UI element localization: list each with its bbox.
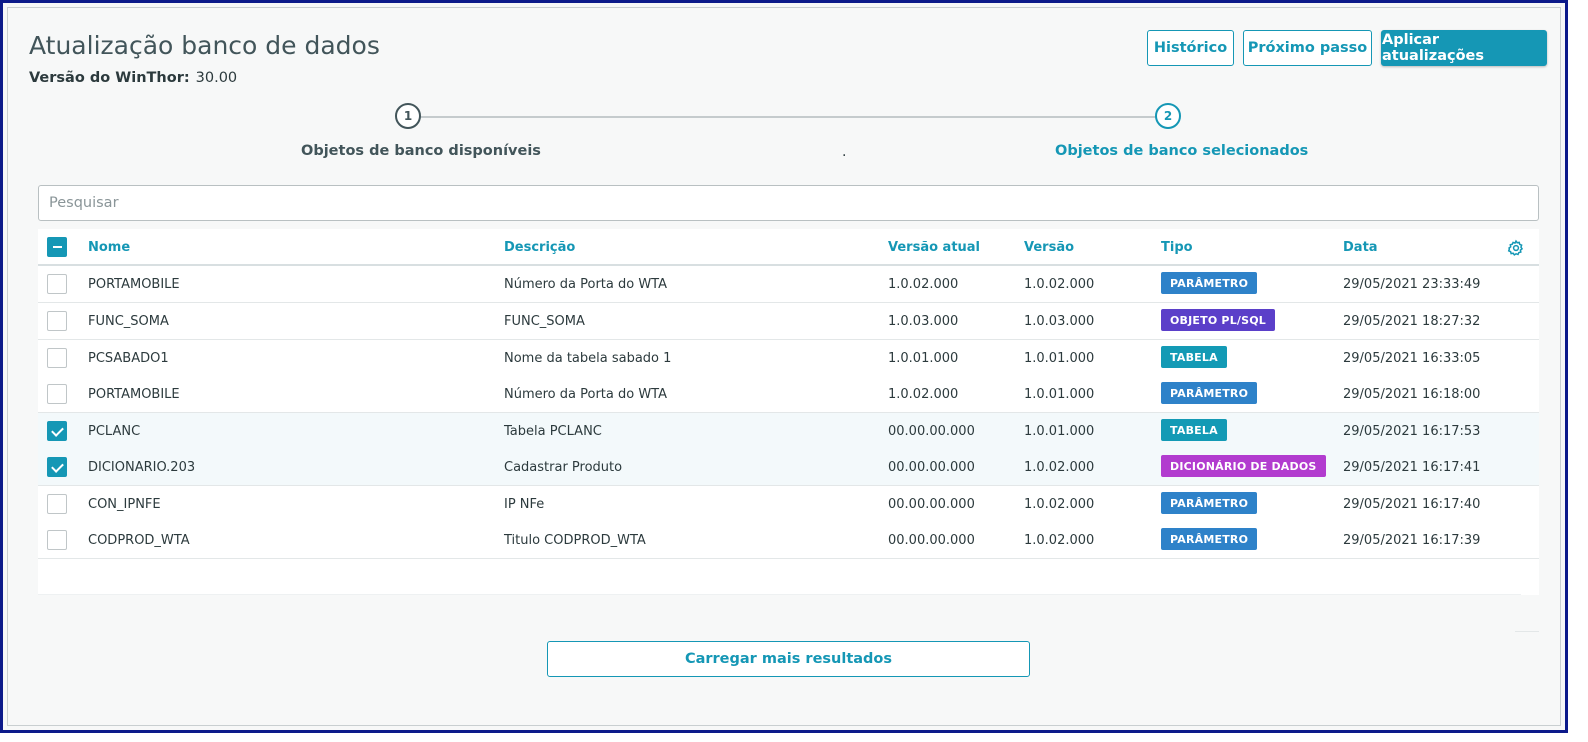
cell-nome: CODPROD_WTA bbox=[88, 533, 190, 548]
cell-descricao: Nome da tabela sabado 1 bbox=[504, 351, 672, 366]
objects-table: Nome Descrição Versão atual Versão Tipo … bbox=[38, 229, 1539, 595]
column-header-versao-atual[interactable]: Versão atual bbox=[888, 240, 980, 255]
cell-data: 29/05/2021 16:17:39 bbox=[1343, 533, 1481, 548]
page-title: Atualização banco de dados bbox=[29, 31, 380, 60]
table-row[interactable]: PORTAMOBILE Número da Porta do WTA 1.0.0… bbox=[38, 376, 1539, 413]
cell-versao-atual: 00.00.00.000 bbox=[888, 460, 975, 475]
column-header-tipo[interactable]: Tipo bbox=[1161, 240, 1193, 255]
cell-versao: 1.0.01.000 bbox=[1024, 351, 1095, 366]
cell-descricao: Titulo CODPROD_WTA bbox=[504, 533, 646, 548]
column-header-versao[interactable]: Versão bbox=[1024, 240, 1074, 255]
type-badge: PARÂMETRO bbox=[1161, 492, 1258, 514]
step-1-indicator[interactable]: 1 bbox=[395, 103, 421, 129]
cell-versao: 1.0.02.000 bbox=[1024, 277, 1095, 292]
step-2-label[interactable]: Objetos de banco selecionados bbox=[1055, 143, 1308, 159]
type-badge: PARÂMETRO bbox=[1161, 528, 1258, 550]
search-input[interactable] bbox=[38, 185, 1539, 221]
cell-versao-atual: 00.00.00.000 bbox=[888, 424, 975, 439]
table-scroll-area[interactable] bbox=[38, 559, 1521, 595]
history-button[interactable]: Histórico bbox=[1147, 30, 1234, 66]
table-row[interactable]: DICIONARIO.203 Cadastrar Produto 00.00.0… bbox=[38, 449, 1539, 486]
column-header-data[interactable]: Data bbox=[1343, 240, 1378, 255]
next-step-button[interactable]: Próximo passo bbox=[1243, 30, 1372, 66]
cell-data: 29/05/2021 16:33:05 bbox=[1343, 351, 1481, 366]
row-checkbox[interactable] bbox=[47, 384, 67, 404]
cell-versao-atual: 1.0.03.000 bbox=[888, 314, 959, 329]
type-badge: TABELA bbox=[1161, 419, 1227, 441]
cell-nome: PCLANC bbox=[88, 424, 141, 439]
cell-versao: 1.0.01.000 bbox=[1024, 387, 1095, 402]
cell-nome: DICIONARIO.203 bbox=[88, 460, 196, 475]
type-badge: OBJETO PL/SQL bbox=[1161, 309, 1275, 331]
cell-nome: CON_IPNFE bbox=[88, 497, 161, 512]
cell-versao: 1.0.01.000 bbox=[1024, 424, 1095, 439]
type-badge: PARÂMETRO bbox=[1161, 382, 1258, 404]
step-1-label[interactable]: Objetos de banco disponíveis bbox=[301, 143, 541, 159]
cell-data: 29/05/2021 16:18:00 bbox=[1343, 387, 1481, 402]
table-row[interactable]: PCSABADO1 Nome da tabela sabado 1 1.0.01… bbox=[38, 340, 1539, 377]
cell-nome: PCSABADO1 bbox=[88, 351, 169, 366]
cell-data: 29/05/2021 23:33:49 bbox=[1343, 277, 1481, 292]
cell-versao-atual: 1.0.02.000 bbox=[888, 277, 959, 292]
stepper-line bbox=[408, 116, 1170, 118]
table-row[interactable]: PCLANC Tabela PCLANC 00.00.00.000 1.0.01… bbox=[38, 413, 1539, 450]
gear-icon[interactable] bbox=[1507, 239, 1525, 257]
cell-versao-atual: 1.0.02.000 bbox=[888, 387, 959, 402]
cell-descricao: FUNC_SOMA bbox=[504, 314, 585, 329]
cell-data: 29/05/2021 16:17:40 bbox=[1343, 497, 1481, 512]
step-separator: . bbox=[842, 144, 847, 160]
version-label: Versão do WinThor: bbox=[29, 70, 190, 86]
select-all-checkbox[interactable] bbox=[47, 237, 67, 257]
table-row[interactable]: CON_IPNFE IP NFe 00.00.00.000 1.0.02.000… bbox=[38, 486, 1539, 523]
row-checkbox[interactable] bbox=[47, 421, 67, 441]
table-row[interactable]: CODPROD_WTA Titulo CODPROD_WTA 00.00.00.… bbox=[38, 522, 1539, 559]
divider bbox=[1515, 631, 1539, 632]
table-row[interactable]: PORTAMOBILE Número da Porta do WTA 1.0.0… bbox=[38, 266, 1539, 303]
table-header: Nome Descrição Versão atual Versão Tipo … bbox=[38, 229, 1539, 266]
type-badge: PARÂMETRO bbox=[1161, 272, 1258, 294]
step-2-indicator[interactable]: 2 bbox=[1155, 103, 1181, 129]
app-window: Atualização banco de dados Versão do Win… bbox=[0, 0, 1568, 733]
version-value: 30.00 bbox=[195, 70, 238, 86]
cell-versao: 1.0.02.000 bbox=[1024, 497, 1095, 512]
row-checkbox[interactable] bbox=[47, 457, 67, 477]
cell-data: 29/05/2021 18:27:32 bbox=[1343, 314, 1481, 329]
row-checkbox[interactable] bbox=[47, 530, 67, 550]
load-more-button[interactable]: Carregar mais resultados bbox=[547, 641, 1030, 677]
cell-data: 29/05/2021 16:17:41 bbox=[1343, 460, 1481, 475]
type-badge: DICIONÁRIO DE DADOS bbox=[1161, 455, 1326, 477]
row-checkbox[interactable] bbox=[47, 348, 67, 368]
cell-versao-atual: 00.00.00.000 bbox=[888, 497, 975, 512]
cell-versao: 1.0.03.000 bbox=[1024, 314, 1095, 329]
type-badge: TABELA bbox=[1161, 346, 1227, 368]
cell-versao-atual: 1.0.01.000 bbox=[888, 351, 959, 366]
cell-nome: PORTAMOBILE bbox=[88, 277, 180, 292]
cell-versao-atual: 00.00.00.000 bbox=[888, 533, 975, 548]
cell-data: 29/05/2021 16:17:53 bbox=[1343, 424, 1481, 439]
row-checkbox[interactable] bbox=[47, 274, 67, 294]
table-row[interactable]: FUNC_SOMA FUNC_SOMA 1.0.03.000 1.0.03.00… bbox=[38, 303, 1539, 340]
cell-nome: FUNC_SOMA bbox=[88, 314, 169, 329]
row-checkbox[interactable] bbox=[47, 494, 67, 514]
cell-descricao: Número da Porta do WTA bbox=[504, 277, 668, 292]
cell-descricao: Tabela PCLANC bbox=[504, 424, 602, 439]
cell-nome: PORTAMOBILE bbox=[88, 387, 180, 402]
cell-descricao: IP NFe bbox=[504, 497, 545, 512]
column-header-nome[interactable]: Nome bbox=[88, 240, 130, 255]
cell-descricao: Número da Porta do WTA bbox=[504, 387, 668, 402]
cell-versao: 1.0.02.000 bbox=[1024, 533, 1095, 548]
cell-versao: 1.0.02.000 bbox=[1024, 460, 1095, 475]
row-checkbox[interactable] bbox=[47, 311, 67, 331]
cell-descricao: Cadastrar Produto bbox=[504, 460, 623, 475]
apply-updates-button[interactable]: Aplicar atualizações bbox=[1381, 30, 1547, 66]
winthor-version: Versão do WinThor: 30.00 bbox=[29, 70, 237, 86]
column-header-descricao[interactable]: Descrição bbox=[504, 240, 575, 255]
